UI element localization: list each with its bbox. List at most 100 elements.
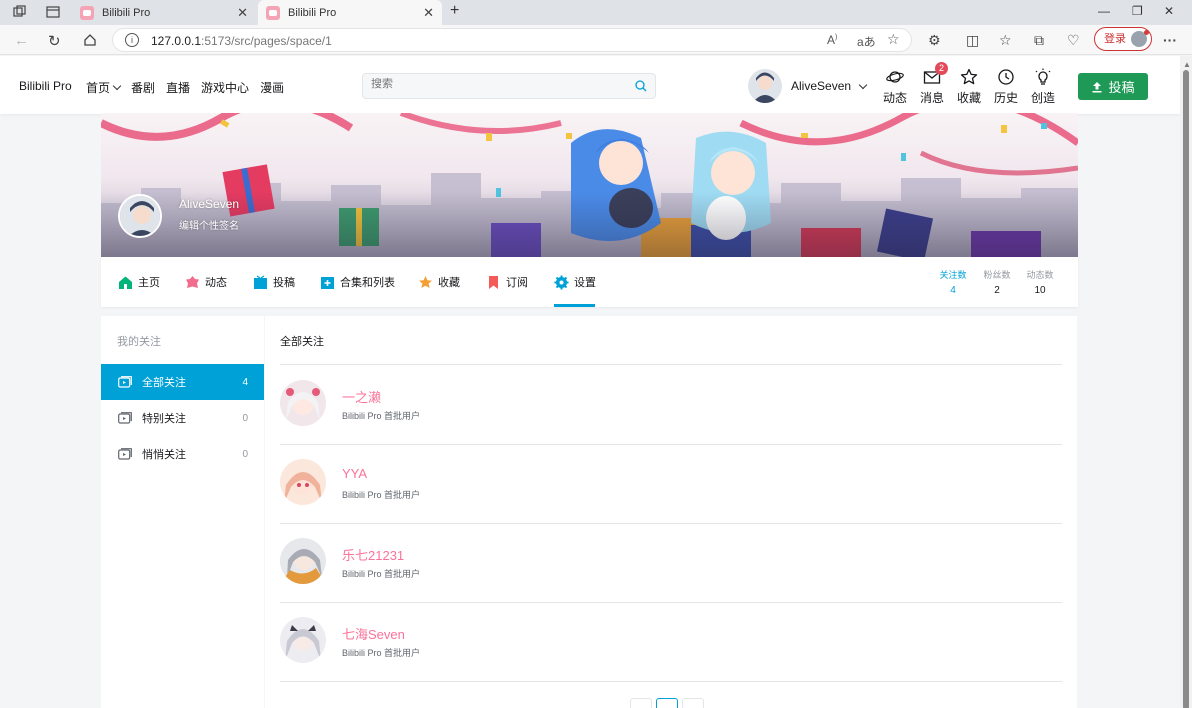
bookmark-icon: [489, 275, 498, 289]
follow-group-icon: [118, 412, 132, 424]
nav-live[interactable]: 直播: [166, 79, 190, 96]
avatar[interactable]: [280, 380, 326, 426]
clock-icon: [998, 69, 1014, 85]
profile-avatar[interactable]: [118, 194, 162, 238]
favorite-star-icon[interactable]: ☆: [887, 31, 900, 48]
tab-actions-icon[interactable]: [46, 5, 60, 19]
user-desc: Bilibili Pro 首批用户: [342, 648, 421, 658]
browser-tab-1[interactable]: Bilibili Pro ✕: [72, 0, 256, 25]
minimize-icon[interactable]: —: [1098, 4, 1110, 18]
search-icon[interactable]: [635, 80, 647, 92]
user-name-link[interactable]: 乐七21231: [342, 545, 404, 564]
nav-home[interactable]: 首页: [86, 79, 122, 96]
user-desc: Bilibili Pro 首批用户: [342, 411, 421, 421]
next-page-button[interactable]: [682, 698, 704, 708]
site-logo[interactable]: Bilibili Pro: [19, 79, 72, 93]
tab-uploads[interactable]: 投稿: [253, 274, 295, 290]
planet-icon: [886, 71, 904, 83]
avatar[interactable]: [280, 538, 326, 584]
upload-icon: [1092, 81, 1102, 92]
pagination: [630, 698, 704, 708]
split-screen-icon[interactable]: ◫: [966, 32, 979, 49]
tool-favorites[interactable]: 收藏: [954, 68, 984, 106]
stat-followers[interactable]: 粉丝数 2: [977, 268, 1017, 296]
collections-icon[interactable]: ⧉: [1034, 32, 1044, 49]
bilibili-favicon: [80, 5, 94, 20]
tab-settings[interactable]: 设置: [554, 274, 596, 290]
user-name-link[interactable]: 一之濑: [342, 387, 381, 406]
video-icon: [254, 274, 267, 289]
page-button-current[interactable]: [656, 698, 678, 708]
search-input[interactable]: [371, 78, 621, 90]
browser-tab-2[interactable]: Bilibili Pro ✕: [258, 0, 442, 25]
nav-anime[interactable]: 番剧: [131, 79, 155, 96]
refresh-icon[interactable]: ↻: [48, 32, 61, 50]
sidebar-item-all-follows[interactable]: 全部关注 4: [101, 364, 264, 400]
new-tab-icon[interactable]: +: [450, 2, 459, 20]
tool-create[interactable]: 创造: [1028, 68, 1058, 106]
close-icon[interactable]: ✕: [423, 5, 434, 21]
user-name: AliveSeven: [791, 79, 852, 93]
nav-game-center[interactable]: 游戏中心: [201, 79, 249, 96]
tab-home[interactable]: 主页: [118, 274, 160, 290]
browser-essentials-icon[interactable]: ♡: [1067, 32, 1080, 49]
close-icon[interactable]: ✕: [237, 5, 248, 21]
avatar[interactable]: [280, 617, 326, 663]
stat-following[interactable]: 关注数 4: [933, 268, 973, 296]
follow-group-icon: [118, 448, 132, 460]
restore-icon[interactable]: ❐: [1132, 4, 1143, 18]
tool-messages[interactable]: 2 消息: [917, 62, 948, 106]
sidebar-title: 我的关注: [117, 336, 161, 348]
bulb-icon: [1035, 68, 1051, 85]
workspaces-icon[interactable]: [13, 5, 27, 19]
read-aloud-icon[interactable]: A): [827, 33, 837, 47]
favorites-icon[interactable]: ☆: [999, 32, 1012, 49]
edit-signature[interactable]: 编辑个性签名: [179, 217, 239, 232]
close-window-icon[interactable]: ✕: [1164, 4, 1174, 18]
url-field[interactable]: i 127.0.0.1:5173/src/pages/space/1 A) aあ…: [112, 28, 912, 52]
list-item: 七海Seven Bilibili Pro 首批用户: [280, 602, 1062, 681]
tab-favorites[interactable]: 收藏: [418, 274, 460, 290]
translate-icon[interactable]: aあ: [857, 33, 876, 50]
bilibili-favicon: [266, 5, 280, 20]
tab-dynamic[interactable]: 动态: [185, 274, 227, 290]
chevron-down-icon: [112, 81, 122, 91]
browser-tab-bar: Bilibili Pro ✕ Bilibili Pro ✕ + — ❐ ✕: [0, 0, 1192, 25]
nav-manga[interactable]: 漫画: [260, 79, 284, 96]
follow-list-panel: 全部关注 一之濑 Bilibili Pro 首批用户 YYA Bilibili …: [265, 316, 1077, 708]
profile-name: AliveSeven: [179, 197, 240, 211]
more-menu-icon[interactable]: ···: [1163, 32, 1177, 48]
space-nav: 主页 动态 投稿 合集和列表 收藏 订阅 设置 关注数 4 粉丝数 2 动态数 …: [101, 257, 1078, 307]
back-icon[interactable]: ←: [14, 32, 29, 49]
sidebar-item-quiet-follows[interactable]: 悄悄关注 0: [101, 436, 264, 472]
scroll-up-icon[interactable]: ▲: [1183, 60, 1191, 69]
avatar[interactable]: [748, 69, 782, 103]
site-info-icon[interactable]: i: [125, 33, 139, 47]
sidebar-item-special-follows[interactable]: 特别关注 0: [101, 400, 264, 436]
active-tab-indicator: [554, 304, 595, 307]
tab-collections[interactable]: 合集和列表: [320, 274, 395, 290]
stat-dynamics[interactable]: 动态数 10: [1020, 268, 1060, 296]
tool-history[interactable]: 历史: [991, 68, 1021, 106]
user-menu[interactable]: AliveSeven: [748, 69, 868, 103]
user-name-link[interactable]: 七海Seven: [342, 624, 405, 643]
tool-dynamic[interactable]: 动态: [880, 68, 910, 106]
page-viewport: Bilibili Pro 首页 番剧 直播 游戏中心 漫画 AliveSeven…: [0, 56, 1180, 708]
home-icon: [119, 276, 132, 289]
url-text: 127.0.0.1:5173/src/pages/space/1: [151, 34, 332, 48]
prev-page-button[interactable]: [630, 698, 652, 708]
upload-button[interactable]: 投稿: [1078, 73, 1148, 100]
login-button[interactable]: 登录: [1094, 27, 1152, 51]
list-item: 乐七21231 Bilibili Pro 首批用户: [280, 523, 1062, 602]
user-name-link[interactable]: YYA: [342, 466, 367, 481]
scrollbar-thumb[interactable]: [1183, 70, 1189, 708]
dynamic-icon: [186, 275, 199, 288]
avatar[interactable]: [280, 459, 326, 505]
extensions-icon[interactable]: ⚙: [928, 32, 941, 49]
home-icon[interactable]: [83, 33, 97, 47]
message-badge: 2: [935, 62, 948, 75]
follow-group-icon: [118, 376, 132, 388]
user-desc: Bilibili Pro 首批用户: [342, 490, 421, 500]
page-scrollbar[interactable]: ▲: [1180, 56, 1192, 708]
tab-subscriptions[interactable]: 订阅: [486, 274, 528, 290]
